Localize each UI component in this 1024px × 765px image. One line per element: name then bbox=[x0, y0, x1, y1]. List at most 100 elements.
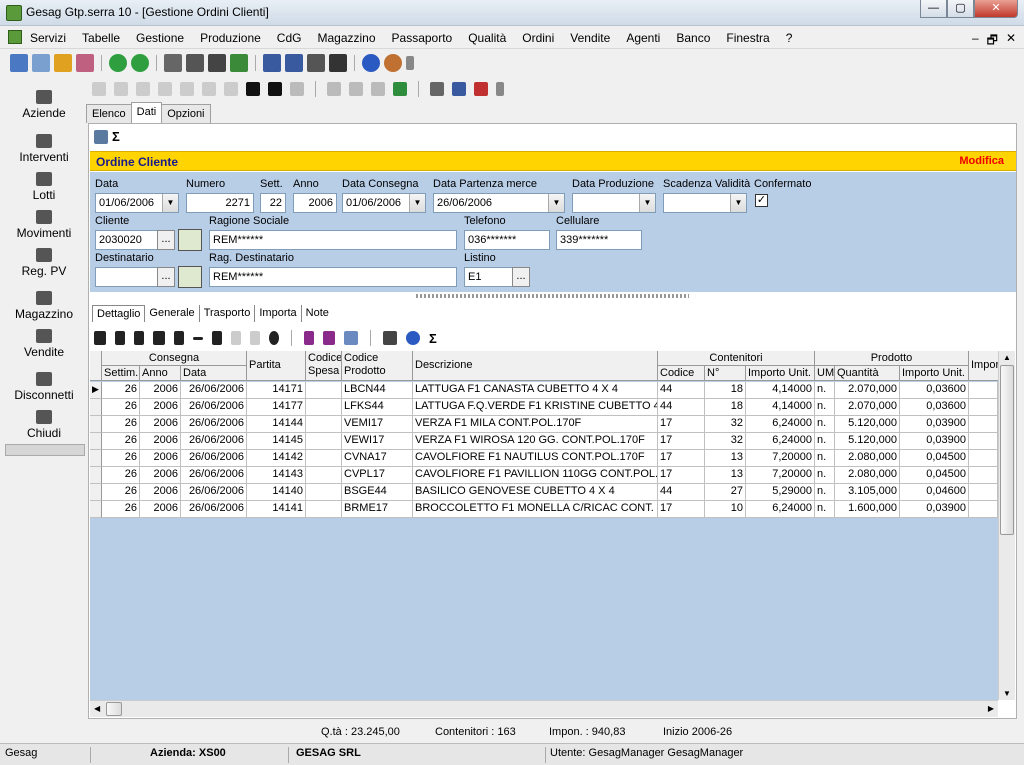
next-record-icon[interactable] bbox=[136, 82, 150, 96]
cell-codice-prodotto[interactable]: LFKS44 bbox=[342, 399, 413, 416]
cell-descrizione[interactable]: LATTUGA F.Q.VERDE F1 KRISTINE CUBETTO 4 bbox=[413, 399, 658, 416]
horizontal-scroll-thumb[interactable] bbox=[106, 702, 122, 716]
cell-data[interactable]: 26/06/2006 bbox=[181, 382, 247, 399]
last-record-icon[interactable] bbox=[158, 82, 172, 96]
cancel-icon[interactable] bbox=[268, 82, 282, 96]
tab-importa[interactable]: Importa bbox=[255, 305, 302, 322]
cell-descrizione[interactable]: VERZA F1 WIROSA 120 GG. CONT.POL.170F bbox=[413, 433, 658, 450]
cell-partita[interactable]: 14142 bbox=[247, 450, 306, 467]
cell-anno[interactable]: 2006 bbox=[140, 501, 181, 518]
cell-n[interactable]: 18 bbox=[705, 399, 746, 416]
col-um[interactable]: UM bbox=[815, 366, 835, 381]
cell-um[interactable]: n. bbox=[815, 399, 835, 416]
menu-cdg[interactable]: CdG bbox=[277, 31, 302, 45]
col-codice[interactable]: Codice bbox=[658, 366, 705, 381]
reload-icon[interactable] bbox=[290, 82, 304, 96]
mdi-restore-button[interactable]: 🗗 bbox=[987, 31, 998, 52]
row-selector[interactable] bbox=[90, 433, 102, 450]
listino-lookup-button[interactable]: ... bbox=[512, 267, 530, 287]
find-icon[interactable] bbox=[349, 82, 363, 96]
menu-finestra[interactable]: Finestra bbox=[726, 31, 769, 45]
cell-quantita[interactable]: 1.600,000 bbox=[835, 501, 900, 518]
cell-importo-unit[interactable]: 6,24000 bbox=[746, 501, 815, 518]
nav-overflow-icon[interactable] bbox=[496, 82, 504, 96]
col-importo-unit-prodotto[interactable]: Importo Unit. bbox=[900, 366, 969, 381]
cell-codice-spesa[interactable] bbox=[306, 501, 342, 518]
cell-codice-spesa[interactable] bbox=[306, 484, 342, 501]
chevron-down-icon[interactable]: ▼ bbox=[409, 194, 425, 212]
row-selector[interactable] bbox=[90, 450, 102, 467]
destinatario-field[interactable] bbox=[95, 267, 159, 287]
tab-dettaglio[interactable]: Dettaglio bbox=[92, 305, 146, 322]
tab-generale[interactable]: Generale bbox=[145, 305, 200, 322]
splitter[interactable] bbox=[416, 294, 689, 298]
menu-gestione[interactable]: Gestione bbox=[136, 31, 184, 45]
tab-elenco[interactable]: Elenco bbox=[86, 104, 132, 123]
sidebar-item-movimenti[interactable]: Movimenti bbox=[5, 210, 83, 240]
refresh-row-icon[interactable] bbox=[269, 331, 279, 345]
row-selector[interactable]: ▶ bbox=[90, 382, 102, 399]
cell-codice[interactable]: 17 bbox=[658, 416, 705, 433]
export-icon[interactable] bbox=[329, 54, 347, 72]
remove-icon[interactable] bbox=[202, 82, 216, 96]
filter-rows-icon[interactable] bbox=[323, 331, 335, 345]
calendar-icon[interactable] bbox=[263, 54, 281, 72]
cell-codice[interactable]: 44 bbox=[658, 484, 705, 501]
cell-codice[interactable]: 17 bbox=[658, 433, 705, 450]
next-row-icon[interactable] bbox=[134, 331, 144, 345]
tab-trasporto[interactable]: Trasporto bbox=[200, 305, 256, 322]
cell-importo-unit-prodotto[interactable]: 0,04600 bbox=[900, 484, 969, 501]
scadenza-field[interactable]: ▼ bbox=[663, 193, 747, 213]
cell-quantita[interactable]: 2.070,000 bbox=[835, 382, 900, 399]
prev-row-icon[interactable] bbox=[115, 331, 125, 345]
menu-produzione[interactable]: Produzione bbox=[200, 31, 261, 45]
cell-data[interactable]: 26/06/2006 bbox=[181, 416, 247, 433]
cell-codice-prodotto[interactable]: VEWI17 bbox=[342, 433, 413, 450]
row-selector[interactable] bbox=[90, 416, 102, 433]
partenza-field[interactable]: 26/06/2006 ▼ bbox=[433, 193, 565, 213]
info-icon[interactable] bbox=[362, 54, 380, 72]
chevron-down-icon[interactable]: ▼ bbox=[548, 194, 564, 212]
col-descrizione[interactable]: Descrizione bbox=[413, 351, 658, 381]
sidebar-item-chiudi[interactable]: Chiudi bbox=[5, 410, 83, 440]
cell-codice-spesa[interactable] bbox=[306, 382, 342, 399]
cell-codice-prodotto[interactable]: LBCN44 bbox=[342, 382, 413, 399]
row-selector[interactable] bbox=[90, 467, 102, 484]
sidebar-item-interventi[interactable]: Interventi bbox=[5, 134, 83, 164]
cell-codice[interactable]: 17 bbox=[658, 467, 705, 484]
cell-partita[interactable]: 14144 bbox=[247, 416, 306, 433]
sidebar-item-vendite[interactable]: Vendite bbox=[5, 329, 83, 359]
edit-cliente-icon[interactable] bbox=[178, 229, 202, 251]
cell-data[interactable]: 26/06/2006 bbox=[181, 501, 247, 518]
cell-codice[interactable]: 44 bbox=[658, 382, 705, 399]
delete-row-icon[interactable] bbox=[193, 336, 203, 340]
menu-magazzino[interactable]: Magazzino bbox=[317, 31, 375, 45]
menu-vendite[interactable]: Vendite bbox=[570, 31, 610, 45]
cell-data[interactable]: 26/06/2006 bbox=[181, 433, 247, 450]
cell-importo[interactable] bbox=[969, 467, 998, 484]
cell-descrizione[interactable]: LATTUGA F1 CANASTA CUBETTO 4 X 4 bbox=[413, 382, 658, 399]
scroll-right-icon[interactable]: ▶ bbox=[988, 704, 994, 713]
produzione-field[interactable]: ▼ bbox=[572, 193, 656, 213]
tab-dati[interactable]: Dati bbox=[130, 102, 163, 123]
calendar-week-icon[interactable] bbox=[285, 54, 303, 72]
sort-asc-icon[interactable] bbox=[304, 331, 314, 345]
sidebar-scroll[interactable] bbox=[5, 444, 85, 456]
col-settim[interactable]: Settim. bbox=[102, 366, 140, 381]
cell-data[interactable]: 26/06/2006 bbox=[181, 484, 247, 501]
cell-um[interactable]: n. bbox=[815, 501, 835, 518]
cell-descrizione[interactable]: BASILICO GENOVESE CUBETTO 4 X 4 bbox=[413, 484, 658, 501]
cell-importo[interactable] bbox=[969, 382, 998, 399]
col-anno[interactable]: Anno bbox=[140, 366, 181, 381]
cliente-lookup-button[interactable]: ... bbox=[157, 230, 175, 250]
confirm-icon[interactable] bbox=[246, 82, 260, 96]
cell-codice[interactable]: 17 bbox=[658, 501, 705, 518]
back-icon[interactable] bbox=[109, 54, 127, 72]
cell-importo-unit[interactable]: 4,14000 bbox=[746, 399, 815, 416]
cell-codice-prodotto[interactable]: BRME17 bbox=[342, 501, 413, 518]
last-row-icon[interactable] bbox=[153, 331, 165, 345]
col-importo[interactable]: Impor bbox=[969, 351, 998, 381]
cell-codice-prodotto[interactable]: CVNA17 bbox=[342, 450, 413, 467]
chevron-down-icon[interactable]: ▼ bbox=[162, 194, 178, 212]
mdi-minimize-button[interactable]: – bbox=[972, 31, 979, 52]
